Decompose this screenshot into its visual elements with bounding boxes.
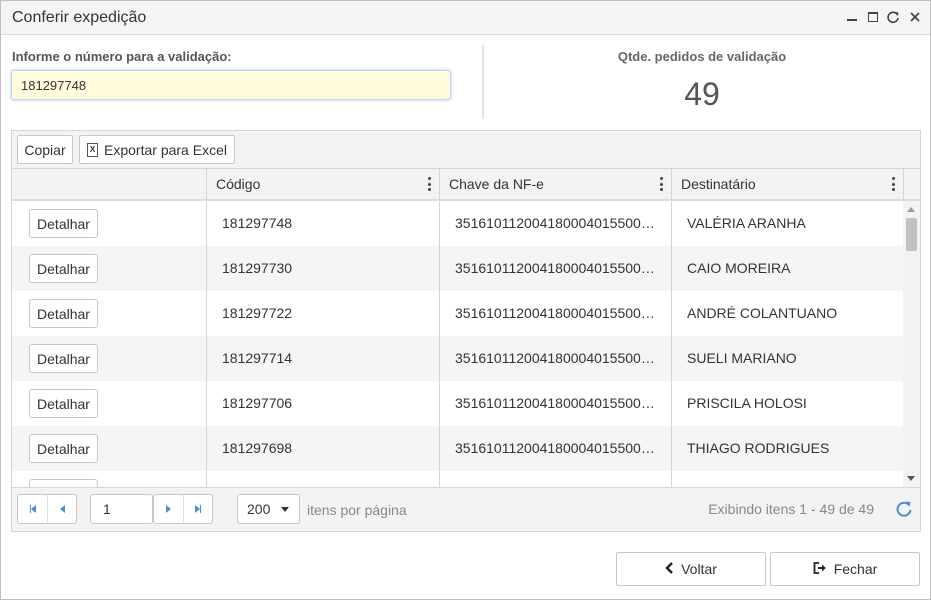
cell-destinatario: SUELI MARIANO [687, 350, 797, 366]
column-menu-icon[interactable] [659, 177, 663, 191]
order-count-label: Qtde. pedidos de validação [617, 49, 787, 64]
cell-destinatario: CAIO MOREIRA [687, 260, 791, 276]
back-button-label: Voltar [681, 561, 717, 577]
detail-button[interactable]: Detalhar [29, 209, 98, 238]
table-row[interactable]: Detalhar 181297730 351610112004180004015… [12, 246, 903, 291]
detail-button[interactable]: Detalhar [29, 344, 98, 373]
detail-button-partial [29, 479, 98, 487]
close-icon[interactable] [907, 8, 922, 26]
column-header-chave[interactable]: Chave da NF-e [440, 169, 672, 199]
pager-next-group [153, 494, 213, 524]
cell-chave: 351610112004180004015500… [440, 381, 672, 426]
back-button[interactable]: Voltar [616, 552, 766, 586]
refresh-icon[interactable] [894, 499, 914, 519]
dialog-window: Conferir expedição Informe o número para… [0, 0, 931, 600]
grid-body: Detalhar 181297748 351610112004180004015… [12, 201, 903, 487]
column-header-codigo[interactable]: Código [207, 169, 440, 199]
cell-destinatario: PRISCILA HOLOSI [687, 395, 807, 411]
column-menu-icon[interactable] [427, 177, 431, 191]
table-row[interactable]: Detalhar 181297748 351610112004180004015… [12, 201, 903, 246]
cell-codigo: 181297748 [207, 201, 440, 246]
copy-button-label: Copiar [24, 141, 66, 158]
pager-prev-group [17, 494, 77, 524]
column-header-label: Destinatário [681, 176, 756, 192]
table-row-partial [12, 471, 903, 487]
export-excel-label: Exportar para Excel [104, 141, 227, 158]
cell-chave: 351610112004180004015500… [440, 336, 672, 381]
cell-codigo: 181297722 [207, 291, 440, 336]
prev-page-icon[interactable] [47, 495, 76, 523]
window-controls [844, 8, 922, 26]
cell-chave: 351610112004180004015500… [440, 291, 672, 336]
page-size-select[interactable]: 200 [237, 494, 300, 524]
column-header-label: Código [216, 176, 261, 192]
close-button-label: Fechar [833, 561, 878, 577]
detail-button[interactable]: Detalhar [29, 389, 98, 418]
cell-chave: 351610112004180004015500… [440, 426, 672, 471]
orders-grid: Copiar X Exportar para Excel Código Chav… [11, 130, 921, 532]
dialog-title: Conferir expedição [12, 9, 147, 26]
scroll-thumb[interactable] [906, 218, 917, 251]
table-row[interactable]: Detalhar 181297722 351610112004180004015… [12, 291, 903, 336]
chevron-down-icon [281, 507, 289, 512]
cell-destinatario: ANDRÉ COLANTUANO [687, 305, 838, 321]
refresh-window-icon[interactable] [886, 8, 901, 26]
cell-codigo: 181297730 [207, 246, 440, 291]
table-row[interactable]: Detalhar 181297698 351610112004180004015… [12, 426, 903, 471]
copy-button[interactable]: Copiar [17, 135, 73, 164]
next-page-icon[interactable] [154, 495, 183, 523]
table-row[interactable]: Detalhar 181297714 351610112004180004015… [12, 336, 903, 381]
detail-button[interactable]: Detalhar [29, 434, 98, 463]
page-size-label: itens por página [307, 502, 407, 518]
chevron-left-icon [665, 561, 674, 577]
cell-chave: 351610112004180004015500… [440, 201, 672, 246]
cell-destinatario: VALÉRIA ARANHA [687, 215, 806, 231]
cell-codigo: 181297706 [207, 381, 440, 426]
scroll-down-icon[interactable] [907, 476, 915, 481]
title-bar: Conferir expedição [1, 1, 930, 35]
cell-codigo: 181297714 [207, 336, 440, 381]
grid-header: Código Chave da NF-e Destinatário [12, 169, 920, 201]
column-header-actions [12, 169, 207, 199]
grid-toolbar: Copiar X Exportar para Excel [12, 131, 920, 169]
excel-file-icon: X [87, 142, 99, 157]
vertical-scrollbar[interactable] [903, 201, 920, 487]
sign-out-icon [813, 561, 827, 577]
detail-button[interactable]: Detalhar [29, 254, 98, 283]
last-page-icon[interactable] [183, 495, 212, 523]
pager-info: Exibindo itens 1 - 49 de 49 [708, 501, 874, 517]
page-number-input[interactable] [90, 494, 153, 524]
page-size-value: 200 [247, 501, 271, 517]
order-count-value: 49 [684, 76, 720, 112]
table-row[interactable]: Detalhar 181297706 351610112004180004015… [12, 381, 903, 426]
column-header-destinatario[interactable]: Destinatário [672, 169, 904, 199]
first-page-icon[interactable] [18, 495, 47, 523]
detail-button[interactable]: Detalhar [29, 299, 98, 328]
cell-destinatario: THIAGO RODRIGUES [687, 440, 830, 456]
cell-codigo: 181297698 [207, 426, 440, 471]
column-menu-icon[interactable] [891, 177, 895, 191]
scroll-up-icon[interactable] [907, 207, 915, 212]
grid-pager: 200 itens por página Exibindo itens 1 - … [12, 487, 920, 531]
export-excel-button[interactable]: X Exportar para Excel [79, 135, 235, 164]
validation-label: Informe o número para a validação: [12, 49, 232, 64]
minimize-icon[interactable] [844, 8, 859, 26]
column-header-label: Chave da NF-e [449, 176, 544, 192]
cell-chave: 351610112004180004015500… [440, 246, 672, 291]
maximize-icon[interactable] [865, 8, 880, 26]
validation-number-input[interactable] [11, 70, 451, 100]
close-button[interactable]: Fechar [770, 552, 920, 586]
